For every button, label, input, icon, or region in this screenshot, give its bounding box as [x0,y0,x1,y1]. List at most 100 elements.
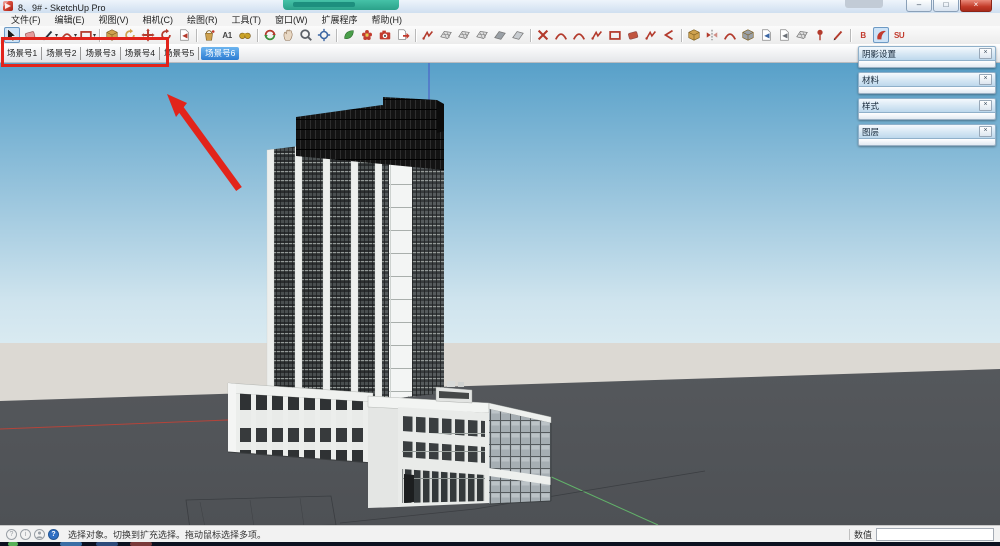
scene-tab-1[interactable]: 场景号1 [3,47,42,60]
measurement-input[interactable] [876,528,994,541]
menu-item-1[interactable]: 编辑(E) [48,13,92,26]
panel-close-icon[interactable]: × [979,48,992,59]
line-tool-icon[interactable] [40,27,56,43]
zoom-tool-icon[interactable] [298,27,314,43]
rotate-tool-icon[interactable] [158,27,174,43]
solid-trim-tool-icon[interactable] [607,27,623,43]
look-around-tool-icon[interactable] [237,27,253,43]
menu-item-2[interactable]: 视图(V) [92,13,136,26]
components-button-icon[interactable] [794,27,810,43]
dimension-tool-icon[interactable] [830,27,846,43]
background-window-fragment-2 [845,0,883,8]
text-tool-icon[interactable]: A1 [219,27,235,43]
menu-item-7[interactable]: 扩展程序 [315,13,365,26]
taskbar-app[interactable] [60,542,82,546]
photo-textures-button-icon[interactable] [359,27,375,43]
panel-close-icon[interactable]: × [979,126,992,137]
mirror-tool-icon[interactable] [704,27,720,43]
follow-me-tool-icon[interactable] [122,27,138,43]
panel-close-icon[interactable]: × [979,74,992,85]
arc-tool-dropdown[interactable]: ▾ [74,32,77,39]
orbit-tool-icon[interactable] [262,27,278,43]
smoove-tool-icon[interactable] [456,27,472,43]
sandbox-from-contours-tool-icon[interactable] [420,27,436,43]
drape-tool-icon[interactable] [492,27,508,43]
arc-tool-icon[interactable] [59,27,75,43]
push-pull-tool-icon[interactable] [104,27,120,43]
eraser-tool-icon[interactable] [22,27,38,43]
add-location-button-icon[interactable] [341,27,357,43]
solid-outer-shell-tool-icon[interactable] [535,27,551,43]
status-bar: ?i? 选择对象。切换到扩充选择。拖动鼠标选择多项。 数值 [0,525,1000,543]
solid-subtract-tool-icon[interactable] [589,27,605,43]
minimize-button[interactable]: – [906,0,932,12]
credits-status-icon[interactable]: i [20,529,31,540]
make-component-button-icon[interactable] [176,27,192,43]
sketchup-logo-icon [3,1,13,11]
style-builder-button-icon[interactable] [873,27,889,43]
toolbar-separator [415,29,416,42]
tray-panel-0: 阴影设置× [858,46,996,68]
menu-item-8[interactable]: 帮助(H) [365,13,410,26]
rectangle-tool-icon[interactable] [78,27,94,43]
copy-page-button-icon[interactable] [758,27,774,43]
panel-header-2[interactable]: 样式× [858,98,996,113]
menu-item-5[interactable]: 工具(T) [225,13,269,26]
scene-tab-6[interactable]: 场景号6 [201,47,239,60]
help-status-icon[interactable]: ? [48,529,59,540]
protractor-tool-icon[interactable] [722,27,738,43]
freehand-tool-icon[interactable] [643,27,659,43]
menu-item-6[interactable]: 窗口(W) [268,13,315,26]
tray-panel-3: 图层× [858,124,996,146]
close-button[interactable]: × [960,0,992,12]
scene-tab-5[interactable]: 场景号5 [160,47,199,60]
start-orb[interactable] [8,542,18,546]
menu-item-0[interactable]: 文件(F) [4,13,48,26]
axes-pin-tool-icon[interactable] [812,27,828,43]
panel-tray: 阴影设置× 材料× 样式× 图层× [858,46,996,150]
menu-item-3[interactable]: 相机(C) [136,13,181,26]
viewport[interactable] [0,62,1000,525]
panel-body-2 [858,113,996,120]
taskbar-app-2[interactable] [96,542,118,546]
measurement-area: 数值 [849,528,994,541]
move-tool-icon[interactable] [140,27,156,43]
polygon-tool-icon[interactable] [661,27,677,43]
select-tool-icon[interactable] [4,27,20,43]
sandbox-from-scratch-tool-icon[interactable] [438,27,454,43]
window-controls: –□× [906,0,992,12]
share-model-button-icon[interactable] [395,27,411,43]
panel-header-3[interactable]: 图层× [858,124,996,139]
sample-page-button-icon[interactable] [776,27,792,43]
geolocation-status-icon[interactable]: ? [6,529,17,540]
match-photo-button-icon[interactable] [377,27,393,43]
solid-split-tool-icon[interactable] [625,27,641,43]
layout-button-icon[interactable]: B [855,27,871,43]
panel-close-icon[interactable]: × [979,100,992,111]
solid-union-tool-icon[interactable] [571,27,587,43]
solid-intersect-tool-icon[interactable] [553,27,569,43]
signin-status-icon[interactable] [34,529,45,540]
su-extension-button-icon[interactable]: SU [891,27,907,43]
menu-item-4[interactable]: 绘图(R) [180,13,225,26]
panel-header-0[interactable]: 阴影设置× [858,46,996,61]
sketchup-window: 8、9# - SketchUp Pro –□× 文件(F)编辑(E)视图(V)相… [0,0,1000,546]
scene-tab-2[interactable]: 场景号2 [42,47,81,60]
toolbar-separator [681,29,682,42]
3d-box-button-icon[interactable] [740,27,756,43]
scene-tab-3[interactable]: 场景号3 [81,47,120,60]
maximize-button[interactable]: □ [933,0,959,12]
box-tool-icon[interactable] [686,27,702,43]
stamp-tool-icon[interactable] [474,27,490,43]
title-bar[interactable]: 8、9# - SketchUp Pro –□× [0,0,1000,14]
rectangle-tool-dropdown[interactable]: ▾ [93,32,96,39]
scene-tab-4[interactable]: 场景号4 [121,47,160,60]
line-tool-dropdown[interactable]: ▾ [55,32,58,39]
panel-header-1[interactable]: 材料× [858,72,996,87]
zoom-extents-tool-icon[interactable] [316,27,332,43]
pan-tool-icon[interactable] [280,27,296,43]
taskbar-app-3[interactable] [130,542,152,546]
panel-body-3 [858,139,996,146]
section-plane-tool-icon[interactable] [510,27,526,43]
paint-bucket-tool-icon[interactable] [201,27,217,43]
